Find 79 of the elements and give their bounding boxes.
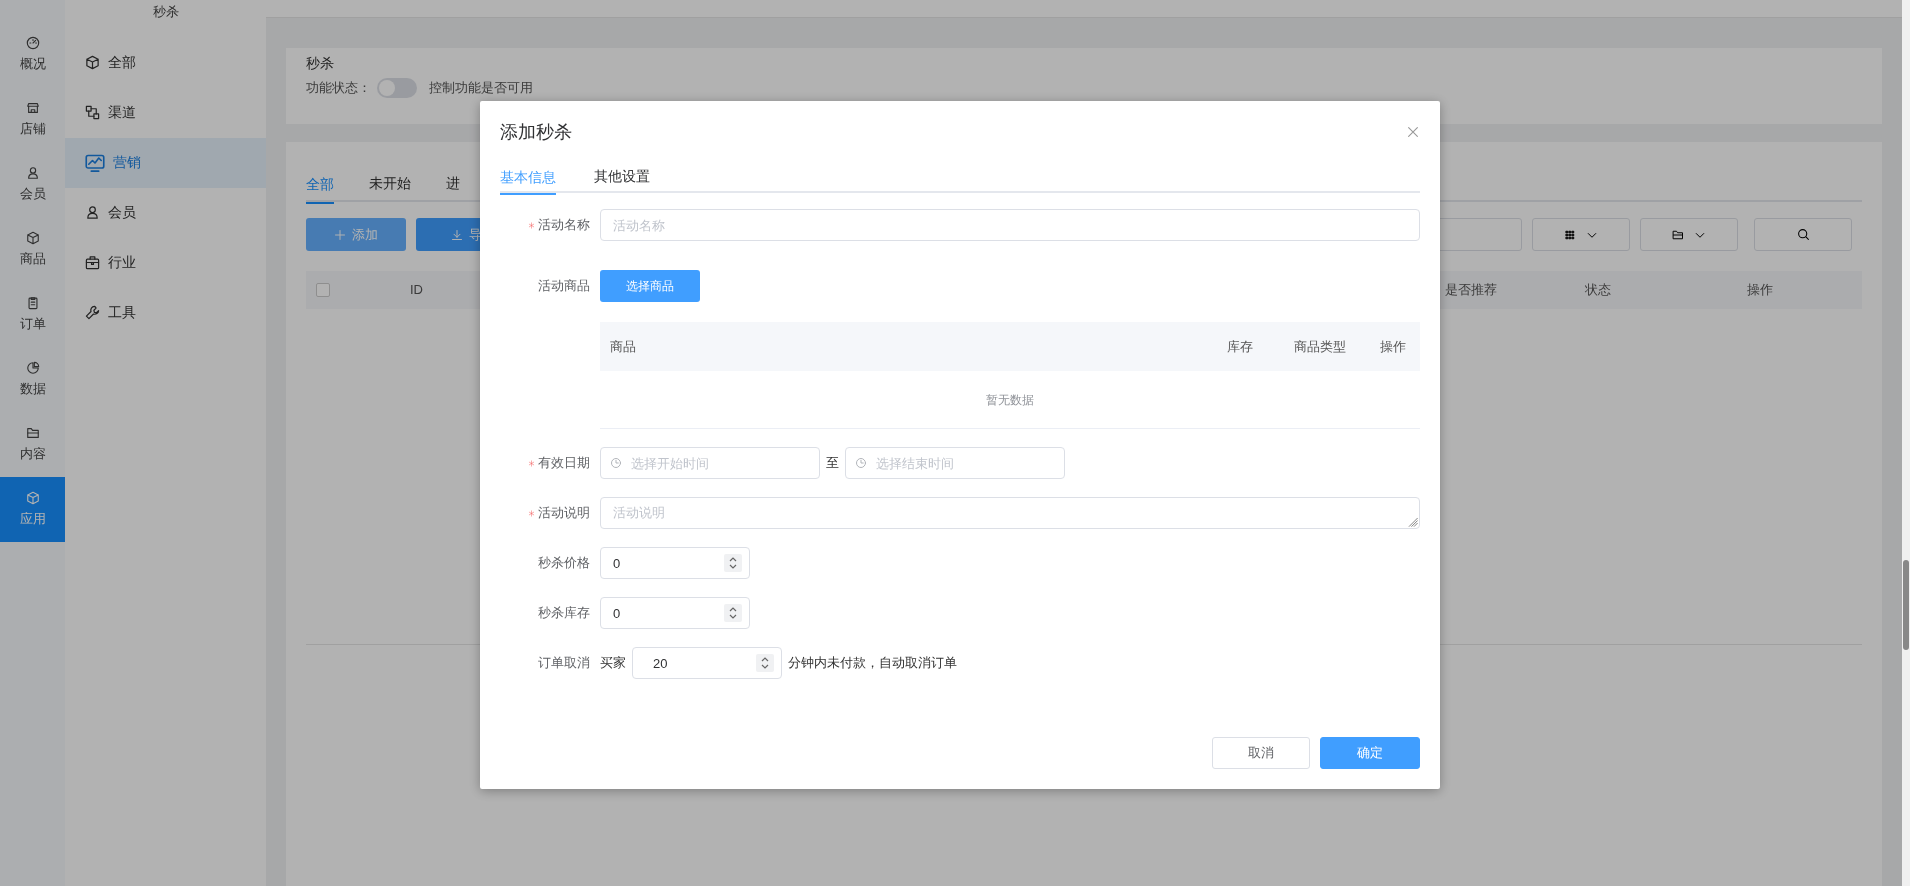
resize-grip-icon <box>1408 517 1418 527</box>
number-field[interactable]: 0 <box>600 597 750 629</box>
stepper-icon[interactable] <box>724 554 742 572</box>
field-label: 秒杀价格 <box>538 554 590 573</box>
folder-icon <box>25 425 40 440</box>
dialog-title: 添加秒杀 <box>500 120 572 144</box>
field-label: 活动名称 <box>538 216 590 235</box>
column-header: ID <box>410 281 423 300</box>
dialog-tab[interactable]: 其他设置 <box>594 159 650 193</box>
range-separator: 至 <box>826 454 839 473</box>
field-label: 活动商品 <box>538 277 590 296</box>
shop-icon <box>25 100 40 115</box>
submenu-item[interactable]: 工具 <box>65 287 266 338</box>
search-icon <box>1796 228 1810 241</box>
clock-icon <box>610 457 622 469</box>
rail-item[interactable]: 商品 <box>0 217 65 282</box>
column-header: 操作 <box>1747 281 1774 300</box>
rail-item[interactable]: 概况 <box>0 22 65 87</box>
column-header: 商品类型 <box>1293 337 1347 356</box>
text-area[interactable]: 活动说明 <box>600 497 1420 529</box>
field-label: 活动说明 <box>538 504 590 523</box>
pie-chart-icon <box>25 360 40 375</box>
end-time-picker[interactable]: 选择结束时间 <box>845 447 1065 479</box>
empty-text: 暂无数据 <box>986 391 1034 409</box>
nodes-icon <box>85 105 100 120</box>
submenu-item[interactable]: 全部 <box>65 37 266 88</box>
field-label: 秒杀库存 <box>538 604 590 623</box>
number-field[interactable]: 20 <box>632 647 782 679</box>
number-field[interactable]: 0 <box>600 547 750 579</box>
view-dropdown[interactable] <box>1532 218 1630 251</box>
briefcase-icon <box>85 255 100 270</box>
close-icon <box>1406 125 1420 139</box>
feature-toggle[interactable] <box>377 78 417 98</box>
rail-item[interactable]: 订单 <box>0 282 65 347</box>
prefix-text: 买家 <box>600 654 626 673</box>
rail-item[interactable]: 店铺 <box>0 87 65 152</box>
rail-item[interactable]: 内容 <box>0 412 65 477</box>
clock-icon <box>855 457 867 469</box>
submenu-item[interactable]: 行业 <box>65 237 266 288</box>
stepper-icon[interactable] <box>756 654 774 672</box>
suffix-text: 分钟内未付款，自动取消订单 <box>788 654 957 673</box>
rail-item[interactable]: 会员 <box>0 152 65 217</box>
person-icon <box>85 205 100 220</box>
grid-icon <box>1564 228 1576 241</box>
submenu-item[interactable]: 渠道 <box>65 87 266 138</box>
card-title: 秒杀 <box>306 54 335 73</box>
start-time-picker[interactable]: 选择开始时间 <box>600 447 820 479</box>
stepper-icon[interactable] <box>724 604 742 622</box>
rail-item[interactable]: 数据 <box>0 347 65 412</box>
download-icon <box>450 228 463 241</box>
wrench-icon <box>85 305 100 320</box>
status-label: 功能状态： <box>306 79 371 98</box>
plus-icon <box>334 228 346 241</box>
box-icon <box>25 230 40 245</box>
menu-title: 秒杀 <box>152 3 179 21</box>
status-tab[interactable]: 进 <box>446 170 460 202</box>
column-header: 库存 <box>1226 337 1254 356</box>
person-icon <box>25 165 40 180</box>
column-header: 状态 <box>1585 281 1612 300</box>
column-header: 是否推荐 <box>1445 281 1498 300</box>
folder-dropdown[interactable] <box>1640 218 1738 251</box>
submenu-item[interactable]: 会员 <box>65 187 266 238</box>
column-header: 操作 <box>1378 337 1407 356</box>
close-button[interactable] <box>1406 125 1420 139</box>
field-label: 订单取消 <box>538 654 590 673</box>
box-icon <box>85 55 100 70</box>
text-field[interactable]: 活动名称 <box>600 209 1420 241</box>
cancel-button[interactable]: 取消 <box>1212 737 1310 769</box>
folder-icon <box>1672 228 1684 241</box>
clipboard-icon <box>25 295 40 310</box>
monitor-chart-icon <box>85 152 105 173</box>
select-all-checkbox[interactable] <box>316 283 330 297</box>
scrollbar[interactable] <box>1902 0 1910 886</box>
box-icon <box>25 490 40 505</box>
column-header: 商品 <box>610 337 636 356</box>
toggle-hint: 控制功能是否可用 <box>429 79 533 98</box>
field-label: 有效日期 <box>538 454 590 473</box>
gauge-icon <box>25 35 40 50</box>
status-tab[interactable]: 未开始 <box>369 170 411 202</box>
